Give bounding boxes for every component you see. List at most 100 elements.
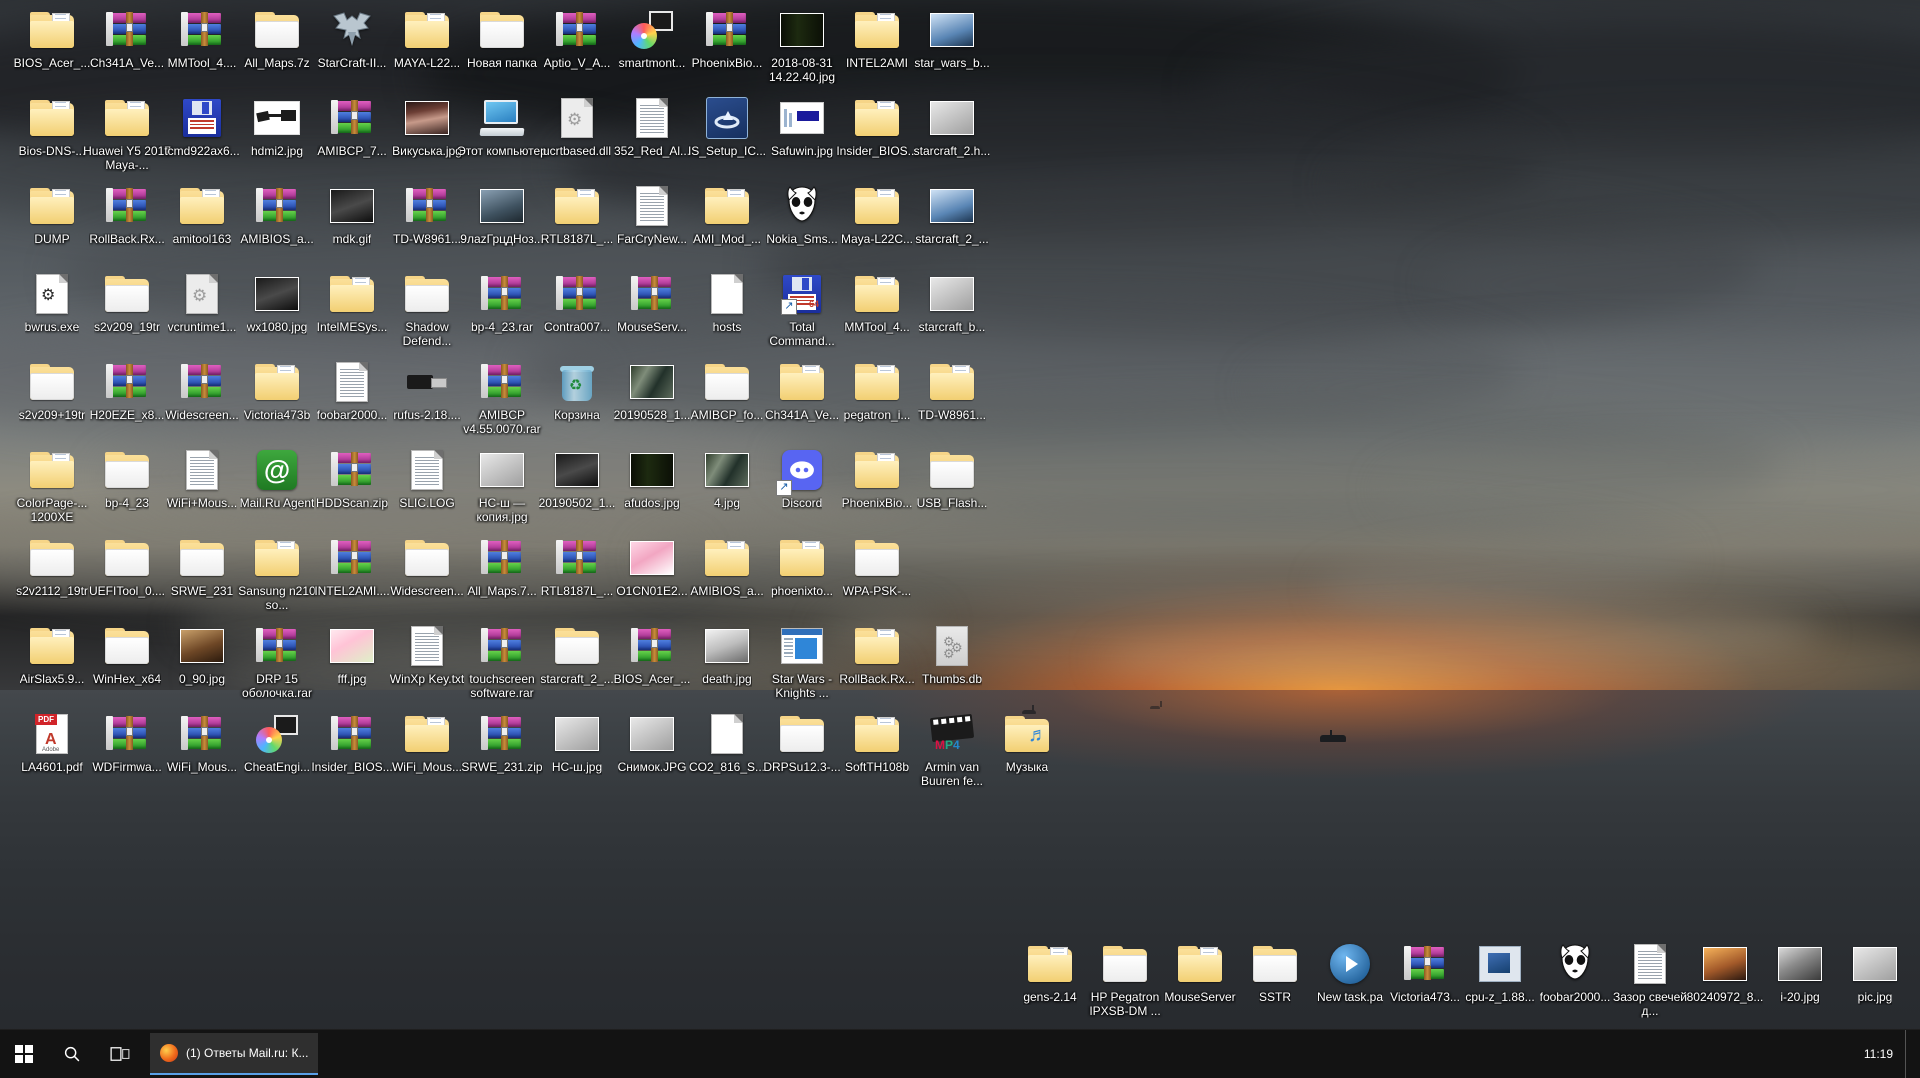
folder-open-icon [178,534,226,582]
text-document-icon [628,182,676,230]
desktop-icon-label: WiFi+Mous... [166,497,238,510]
folder-icon [853,94,901,142]
desktop-icon-label: O1CN01E2... [616,585,688,598]
winrar-archive-icon [103,710,151,758]
photo-face-icon [1776,940,1824,988]
desktop-icon-label: bp-4_23.rar [470,321,534,334]
this-pc-icon [478,94,526,142]
desktop-icon-label: Nokia_Sms... [766,233,838,246]
desktop-icon-label: MMTool_4... [844,321,910,334]
taskbar-clock[interactable]: 11:19 [1852,1030,1905,1078]
desktop-icon-label: s2v2112_19tr [16,585,88,598]
pdf-document-icon: PDF A Adobe [28,710,76,758]
desktop-icon-label: s2v209+19tr [18,409,86,422]
desktop-icon-label: Discord [781,497,823,510]
photo-dark-icon [553,446,601,494]
folder-icon [28,94,76,142]
recycle-bin-icon: ♻ [553,358,601,406]
folder-open-icon [478,6,526,54]
desktop-icon-label: death.jpg [702,673,752,686]
desktop-icon[interactable]: star_wars_b... [906,6,998,71]
folder-open-icon [28,358,76,406]
desktop-icon-label: CheatEngi... [243,761,311,774]
desktop-icon-label: BIOS_Acer_... [613,673,691,686]
desktop-icon[interactable]: starcraft_b... [906,270,998,335]
desktop-icon-grid[interactable]: BIOS_Acer_... Ch341A_Ve... MMTool_4.... All… [0,0,1920,1078]
photo-gray-icon [928,94,976,142]
desktop-icon[interactable]: starcraft_2.h... [906,94,998,159]
desktop-icon-label: SLIC.LOG [399,497,455,510]
desktop-icon-label: INTEL2AMI.... [314,585,390,598]
winrar-archive-icon [103,6,151,54]
photo-sunset-icon [1701,940,1749,988]
desktop-icon-label: TD-W8961... [392,233,461,246]
folder-icon [1026,940,1074,988]
taskbar[interactable]: (1) Ответы Mail.ru: К... 11:19 [0,1029,1920,1078]
desktop-icon-label: FarCryNew... [616,233,687,246]
desktop-icon-label: StarCraft-II... [317,57,387,70]
folder-icon [928,358,976,406]
desktop-icon[interactable]: USB_Flash... [906,446,998,511]
desktop-icon[interactable]: WPA-PSK-... [831,534,923,599]
desktop-icon-label: Новая папка [467,57,537,70]
winrar-archive-icon [178,710,226,758]
task-view-button[interactable] [96,1030,144,1078]
folder-icon [853,270,901,318]
photo-gray-icon [1851,940,1899,988]
media-player-icon [1326,940,1374,988]
desktop-icon-label: wx1080.jpg [246,321,308,334]
desktop-icon[interactable]: starcraft_2_... [906,182,998,247]
folder-icon [28,6,76,54]
folder-icon [703,182,751,230]
text-document-icon [1626,940,1674,988]
winrar-archive-icon [103,182,151,230]
desktop-icon-label: RTL8187L_... [540,233,614,246]
folder-icon [853,622,901,670]
desktop-icon[interactable]: ♬ Музыка [981,710,1073,775]
desktop-icon-label: 4.jpg [713,497,741,510]
folder-icon [28,622,76,670]
show-desktop-button[interactable] [1905,1030,1912,1078]
folder-open-icon [103,270,151,318]
search-button[interactable] [48,1030,96,1078]
desktop-icon-label: RollBack.Rx... [839,673,915,686]
system-tray[interactable]: 11:19 [1852,1030,1920,1078]
desktop-icon-label: DUMP [34,233,70,246]
desktop-icon-label: rufus-2.18.... [393,409,461,422]
photo-dog-icon [178,622,226,670]
floppy-disk-icon [178,94,226,142]
desktop-icon-label: CO2_816_S... [688,761,766,774]
start-button[interactable] [0,1030,48,1078]
desktop-icon-label: RollBack.Rx... [89,233,165,246]
desktop-icon-label: AirSlax5.9... [19,673,85,686]
taskbar-task-firefox[interactable]: (1) Ответы Mail.ru: К... [150,1033,319,1075]
folder-icon [1176,940,1224,988]
folder-open-icon [103,446,151,494]
desktop-icon-label: НС-ш.jpg [551,761,603,774]
photo-gray-icon [628,710,676,758]
photo-dark-icon [328,182,376,230]
windows-logo-icon [15,1045,33,1063]
dll-file-icon: ⚙ [178,270,226,318]
desktop-icon-label: AMI_Mod_... [692,233,762,246]
desktop-icon[interactable]: ⚙ ⚙ ⚙ Thumbs.db [906,622,998,687]
folder-open-icon [103,622,151,670]
photo-blue-icon [928,6,976,54]
photo-pink-icon [628,534,676,582]
usb-drive-icon [403,358,451,406]
winrar-archive-icon [328,710,376,758]
desktop-icon-label: ucrtbased.dll [542,145,612,158]
desktop-icon[interactable]: TD-W8961... [906,358,998,423]
folder-open-icon [1251,940,1299,988]
winrar-archive-icon [553,270,601,318]
desktop-icon[interactable]: pic.jpg [1829,940,1920,1005]
desktop-icon-label: WiFi_Mous... [166,761,237,774]
winrar-archive-icon [178,358,226,406]
desktop-icon-label: SoftTH108b [844,761,910,774]
desktop-icon-label: cpu-z_1.88... [1465,991,1535,1004]
desktop-icon-label: SRWE_231 [170,585,234,598]
desktop-icon-label: tcmd922ax6... [164,145,240,158]
desktop-icon-label: SSTR [1258,991,1291,1004]
desktop-icon-label: AMIBIOS_a... [690,585,764,598]
desktop-icon-label: 80240972_8... [1686,991,1764,1004]
